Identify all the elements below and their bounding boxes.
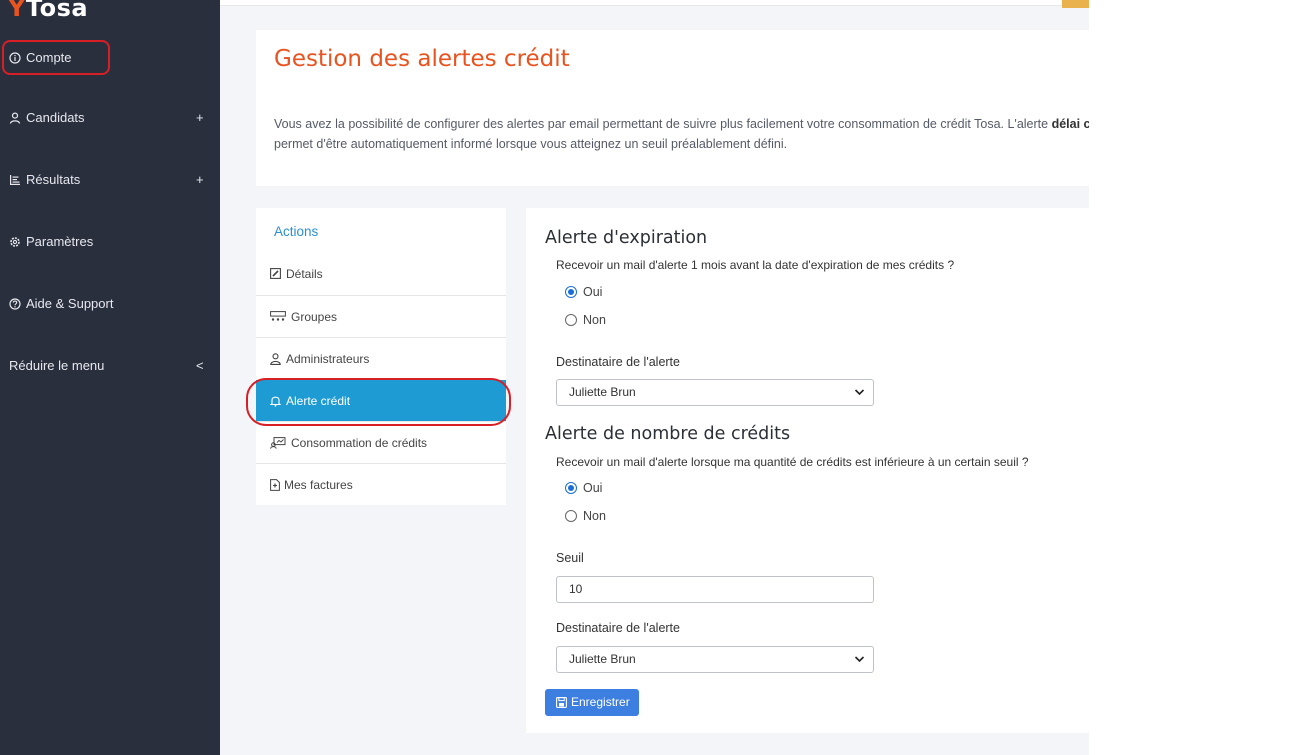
action-item-consommation[interactable]: Consommation de crédits [256,421,506,464]
highlight-circle [246,378,511,426]
logo[interactable]: YTosa [8,0,88,22]
page-title: Gestion des alertes crédit [274,46,570,72]
radio-label-non: Non [583,509,606,523]
save-button-label: Enregistrer [571,695,630,709]
logo-text: Tosa [25,0,89,22]
question-circle-icon [9,298,21,310]
invoice-icon [270,479,282,491]
expand-icon[interactable]: + [196,106,204,130]
list-icon [9,174,21,186]
sidebar-item-label: Résultats [26,172,81,187]
top-bar [220,0,1089,6]
logo-mark: Y [8,0,26,22]
radio-label-oui: Oui [583,285,603,299]
page-description: Vous avez la possibilité de configurer d… [274,114,1089,154]
admin-icon [270,353,282,365]
expand-icon[interactable]: + [196,168,204,192]
action-item-groupes[interactable]: Groupes [256,295,506,338]
description-bold: délai c [1051,117,1089,131]
recipient-label-expiration: Destinataire de l'alerte [556,355,680,369]
action-item-label: Groupes [291,310,338,324]
question-expiration: Recevoir un mail d'alerte 1 mois avant l… [556,258,955,272]
description-text: Vous avez la possibilité de configurer d… [274,117,1052,131]
recipient-label-credits: Destinataire de l'alerte [556,621,680,635]
top-accent [1062,0,1089,8]
alert-form-card: Alerte d'expiration Recevoir un mail d'a… [526,208,1089,733]
action-item-label: Administrateurs [286,352,370,366]
gear-icon [9,236,21,248]
select-value: Juliette Brun [569,652,636,666]
radio-label-oui: Oui [583,481,603,495]
action-item-label: Mes factures [284,478,353,492]
floppy-disk-icon [556,697,567,708]
chevron-down-icon [854,647,865,672]
edit-icon [270,268,282,280]
highlight-circle [2,40,110,75]
radio-credits-non[interactable] [565,510,577,522]
action-item-details[interactable]: Détails [256,253,506,295]
save-button[interactable]: Enregistrer [545,689,639,716]
description-text-line2: permet d'être automatiquement informé lo… [274,137,788,151]
radio-expiration-non[interactable] [565,314,577,326]
main-content: Gestion des alertes crédit Vous avez la … [220,0,1089,755]
threshold-label: Seuil [556,551,584,565]
recipient-select-credits[interactable]: Juliette Brun [556,646,874,673]
radio-label-non: Non [583,313,606,327]
user-icon [9,112,21,124]
action-item-label: Consommation de crédits [291,436,428,450]
reduce-menu-label: Réduire le menu [9,358,105,373]
header-card: Gestion des alertes crédit Vous avez la … [256,30,1089,186]
action-item-administrateurs[interactable]: Administrateurs [256,337,506,380]
radio-expiration-oui[interactable] [565,286,577,298]
sidebar-item-parametres[interactable]: Paramètres [0,230,220,254]
sidebar-item-label: Paramètres [26,234,94,249]
sidebar-item-label: Candidats [26,110,85,125]
recipient-select-expiration[interactable]: Juliette Brun [556,379,874,406]
select-value: Juliette Brun [569,385,636,399]
action-item-factures[interactable]: Mes factures [256,463,506,506]
sidebar-item-candidats[interactable]: Candidats + [0,106,220,130]
sidebar-item-label: Aide & Support [26,296,114,311]
consumption-icon [270,437,286,449]
threshold-input[interactable]: 10 [556,576,874,603]
action-item-label: Détails [286,267,323,281]
chevron-left-icon: < [196,358,204,373]
actions-title: Actions [274,224,319,239]
question-credits: Recevoir un mail d'alerte lorsque ma qua… [556,455,1029,469]
sidebar: YTosa Compte Candidats + Résultats + Par… [0,0,220,755]
section-title-expiration: Alerte d'expiration [545,228,708,248]
chevron-down-icon [854,380,865,405]
actions-card: Actions Détails Groupes Administrateurs … [256,208,506,505]
radio-credits-oui[interactable] [565,482,577,494]
sidebar-item-resultats[interactable]: Résultats + [0,168,220,192]
group-icon [270,311,286,323]
sidebar-item-aide[interactable]: Aide & Support [0,292,220,316]
reduce-menu-button[interactable]: Réduire le menu < [0,354,220,378]
section-title-credits: Alerte de nombre de crédits [545,424,791,444]
